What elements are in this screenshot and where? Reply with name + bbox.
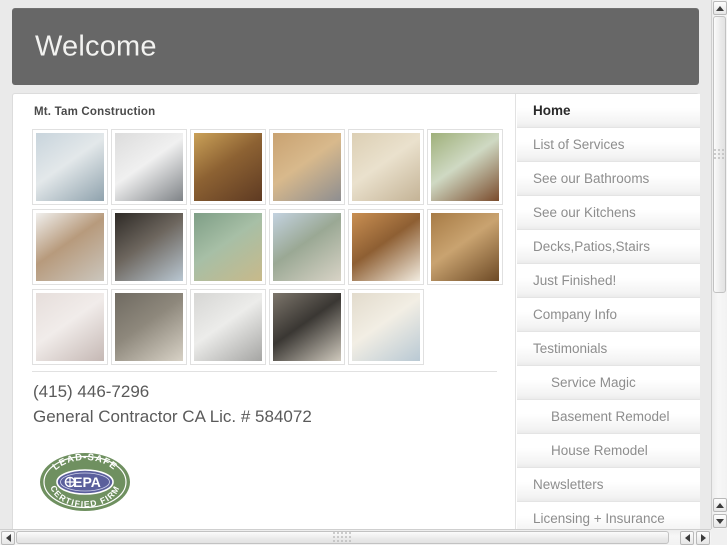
company-name-heading: Mt. Tam Construction <box>34 106 156 118</box>
thumbnail-image <box>36 213 104 281</box>
scrollbar-corner <box>711 529 727 545</box>
thumbnail-row <box>32 289 505 369</box>
thumbnail-shower-glass-door[interactable] <box>111 289 187 365</box>
sidebar-item-basement-remodel[interactable]: Basement Remodel <box>517 400 700 434</box>
sidebar-item-testimonials[interactable]: Testimonials <box>517 332 700 366</box>
main-content: Mt. Tam Construction (415) 446-7296 Gene… <box>13 94 516 529</box>
thumbnail-white-room-door[interactable] <box>32 209 108 285</box>
thumbnail-kitchen-stainless-fridge[interactable] <box>269 129 345 205</box>
arrow-up-icon <box>716 5 724 11</box>
thumbnail-image <box>36 293 104 361</box>
thumbnail-image <box>352 133 420 201</box>
phone-number: (415) 446-7296 <box>33 382 150 401</box>
thumbnail-image <box>352 213 420 281</box>
thumbnail-image <box>194 293 262 361</box>
thumbnail-row <box>32 209 505 289</box>
thumbnail-image <box>115 133 183 201</box>
sidebar-item-decks-patios-stairs[interactable]: Decks,Patios,Stairs <box>517 230 700 264</box>
sidebar-item-just-finished[interactable]: Just Finished! <box>517 264 700 298</box>
arrow-up-icon <box>716 502 724 508</box>
thumbnail-brown-tile-shower-nook[interactable] <box>427 209 503 285</box>
thumbnail-empty-slot <box>427 289 503 365</box>
thumbnail-image <box>352 293 420 361</box>
thumbnail-shower-beige-tile[interactable] <box>348 129 424 205</box>
thumbnail-row <box>32 129 505 209</box>
sidebar-item-licensing-insurance[interactable]: Licensing + Insurance <box>517 502 700 529</box>
arrow-left-icon <box>5 534 11 542</box>
scroll-up-button-bottom[interactable] <box>713 498 727 512</box>
thumbnail-house-exterior[interactable] <box>269 209 345 285</box>
thumbnail-image <box>36 133 104 201</box>
thumbnail-bathroom-blue-vanity[interactable] <box>32 129 108 205</box>
thumbnail-bathroom-wood-vanity[interactable] <box>190 129 266 205</box>
thumbnail-image <box>115 213 183 281</box>
thumbnail-bathroom-white-tile[interactable] <box>111 129 187 205</box>
thumbnail-image <box>431 133 499 201</box>
scroll-up-button[interactable] <box>713 1 727 15</box>
horizontal-scrollbar[interactable] <box>0 529 711 545</box>
thumbnail-image <box>115 293 183 361</box>
thumbnail-bathroom-glass-enclosure[interactable] <box>269 289 345 365</box>
thumbnail-image <box>194 133 262 201</box>
vertical-scrollbar[interactable] <box>711 0 727 529</box>
thumbnail-bathroom-light-tub[interactable] <box>32 289 108 365</box>
content-divider <box>32 371 497 372</box>
browser-viewport: Welcome Mt. Tam Construction (415) 446-7… <box>0 0 711 529</box>
sidebar-item-company-info[interactable]: Company Info <box>517 298 700 332</box>
thumbnail-deck-railing[interactable] <box>348 209 424 285</box>
page-header-banner: Welcome <box>12 8 699 85</box>
thumbnail-gallery <box>32 129 505 369</box>
scroll-left-button-right[interactable] <box>680 531 694 545</box>
sidebar-item-home[interactable]: Home <box>517 94 700 128</box>
scroll-down-button[interactable] <box>713 514 727 528</box>
page-title: Welcome <box>35 30 157 62</box>
arrow-left-icon <box>684 534 690 542</box>
thumbnail-bathroom-pedestal-sink[interactable] <box>348 289 424 365</box>
thumbnail-image <box>273 213 341 281</box>
license-text: General Contractor CA Lic. # 584072 <box>33 407 312 426</box>
nav-list: Home List of Services See our Bathrooms See… <box>517 94 700 529</box>
scroll-left-button[interactable] <box>1 531 15 545</box>
thumbnail-image <box>431 213 499 281</box>
epa-center-text: EPA <box>73 474 101 490</box>
sidebar-item-newsletters[interactable]: Newsletters <box>517 468 700 502</box>
sidebar-item-see-our-bathrooms[interactable]: See our Bathrooms <box>517 162 700 196</box>
scrollbar-grip-icon <box>713 148 726 161</box>
sidebar-item-list-of-services[interactable]: List of Services <box>517 128 700 162</box>
thumbnail-image <box>273 293 341 361</box>
scrollbar-grip-icon <box>332 531 353 544</box>
thumbnail-deck-patio-foliage[interactable] <box>427 129 503 205</box>
horizontal-scrollbar-thumb[interactable] <box>16 531 669 544</box>
arrow-down-icon <box>716 518 724 524</box>
sidebar-navigation: Home List of Services See our Bathrooms See… <box>517 94 700 529</box>
epa-lead-safe-badge-icon: LEAD-SAFE CERTIFIED FIRM EPA <box>37 452 133 512</box>
thumbnail-living-room-windows[interactable] <box>111 209 187 285</box>
page-root: Welcome Mt. Tam Construction (415) 446-7… <box>0 0 711 529</box>
arrow-right-icon <box>700 534 706 542</box>
vertical-scrollbar-thumb[interactable] <box>713 16 726 293</box>
scroll-right-button[interactable] <box>696 531 710 545</box>
thumbnail-image <box>194 213 262 281</box>
sidebar-item-see-our-kitchens[interactable]: See our Kitchens <box>517 196 700 230</box>
content-card: Mt. Tam Construction (415) 446-7296 Gene… <box>12 93 700 529</box>
sidebar-item-house-remodel[interactable]: House Remodel <box>517 434 700 468</box>
thumbnail-image <box>273 133 341 201</box>
thumbnail-shower-marble-fixtures[interactable] <box>190 289 266 365</box>
thumbnail-green-glass-tile-bath[interactable] <box>190 209 266 285</box>
sidebar-item-service-magic[interactable]: Service Magic <box>517 366 700 400</box>
